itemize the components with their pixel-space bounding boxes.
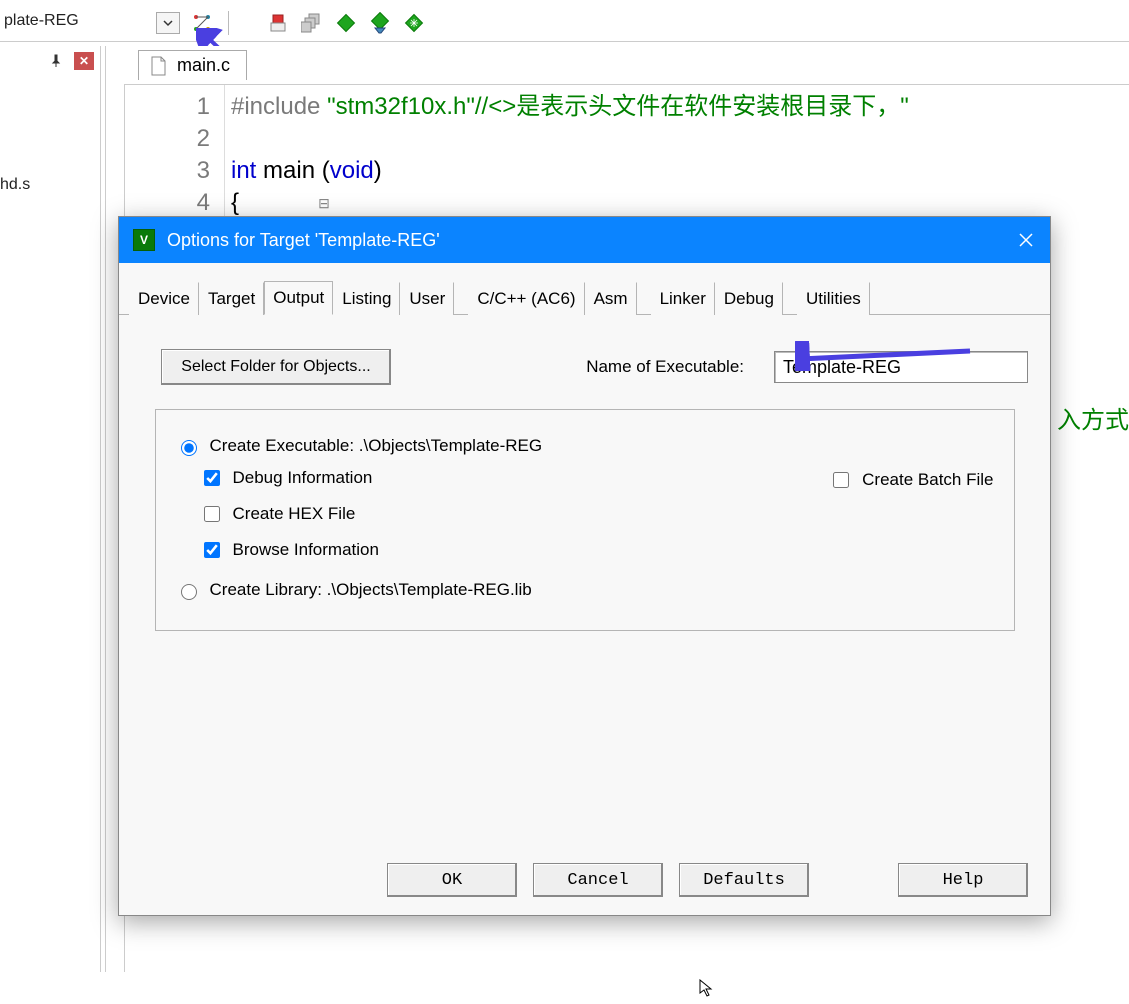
options-dialog: V Options for Target 'Template-REG' Devi… (118, 216, 1051, 916)
editor-tab-main-c[interactable]: main.c (138, 50, 247, 80)
browse-info-label: Browse Information (233, 536, 379, 564)
green-diamond-hatched-icon[interactable] (402, 11, 426, 35)
target-name-readout: plate-REG (0, 12, 150, 30)
create-library-radio[interactable] (181, 584, 197, 600)
code-comment-fragment: 入方式 (1057, 405, 1129, 437)
tab-utilities[interactable]: Utilities (797, 282, 870, 315)
tab-asm[interactable]: Asm (585, 282, 637, 315)
file-icon (149, 56, 167, 76)
dialog-close-button[interactable] (1002, 217, 1050, 263)
dialog-title: Options for Target 'Template-REG' (167, 230, 440, 251)
code-text[interactable]: #include "stm32f10x.h"//<>是表示头文件在软件安装根目录… (231, 91, 1129, 219)
options-tab-strip: Device Target Output Listing User C/C++ … (119, 263, 1050, 315)
create-output-group: Create Executable: .\Objects\Template-RE… (155, 409, 1015, 631)
pin-icon[interactable] (46, 52, 66, 70)
tab-output[interactable]: Output (264, 281, 333, 315)
editor-tab-label: main.c (177, 55, 230, 76)
debug-info-checkbox[interactable] (204, 470, 220, 486)
create-library-label: Create Library: .\Objects\Template-REG.l… (210, 580, 532, 600)
app-icon: V (133, 229, 155, 251)
tab-listing[interactable]: Listing (333, 282, 400, 315)
tab-ccpp[interactable]: C/C++ (AC6) (468, 282, 584, 315)
dialog-button-row: OK Cancel Defaults Help (119, 849, 1050, 915)
cancel-button[interactable]: Cancel (533, 863, 663, 897)
panel-splitter[interactable] (100, 46, 106, 972)
create-hex-label: Create HEX File (233, 500, 356, 528)
tab-debug[interactable]: Debug (715, 282, 783, 315)
output-panel: Select Folder for Objects... Name of Exe… (119, 315, 1050, 849)
browse-info-checkbox[interactable] (204, 542, 220, 558)
select-folder-button[interactable]: Select Folder for Objects... (161, 349, 391, 385)
create-executable-label: Create Executable: .\Objects\Template-RE… (210, 436, 543, 456)
fold-toggle-icon[interactable]: ⊟ (317, 187, 331, 219)
options-target-icon[interactable] (190, 11, 214, 35)
tab-linker[interactable]: Linker (651, 282, 715, 315)
debug-info-label: Debug Information (233, 464, 373, 492)
toolbar-separator (228, 11, 252, 35)
tab-target[interactable]: Target (199, 282, 264, 315)
cursor-icon (699, 979, 715, 1004)
help-button[interactable]: Help (898, 863, 1028, 897)
create-batch-checkbox[interactable] (833, 472, 849, 488)
name-of-executable-input[interactable] (774, 351, 1028, 383)
main-toolbar: plate-REG (0, 0, 1129, 42)
close-icon (1018, 232, 1034, 248)
tab-device[interactable]: Device (129, 282, 199, 315)
create-batch-label: Create Batch File (862, 466, 993, 494)
chevron-down-icon (162, 17, 174, 29)
project-file-fragment[interactable]: hd.s (0, 176, 30, 194)
defaults-button[interactable]: Defaults (679, 863, 809, 897)
ok-button[interactable]: OK (387, 863, 517, 897)
multi-project-icon[interactable] (300, 11, 324, 35)
panel-close-icon[interactable]: ✕ (74, 52, 94, 70)
target-dropdown-button[interactable] (156, 12, 180, 34)
name-of-executable-label: Name of Executable: (586, 357, 744, 377)
green-diamond-funnel-icon[interactable] (368, 11, 392, 35)
create-executable-radio[interactable] (181, 440, 197, 456)
green-diamond-icon[interactable] (334, 11, 358, 35)
manage-project-icon[interactable] (266, 11, 290, 35)
dialog-titlebar[interactable]: V Options for Target 'Template-REG' (119, 217, 1050, 263)
tab-user[interactable]: User (400, 282, 454, 315)
create-hex-checkbox[interactable] (204, 506, 220, 522)
